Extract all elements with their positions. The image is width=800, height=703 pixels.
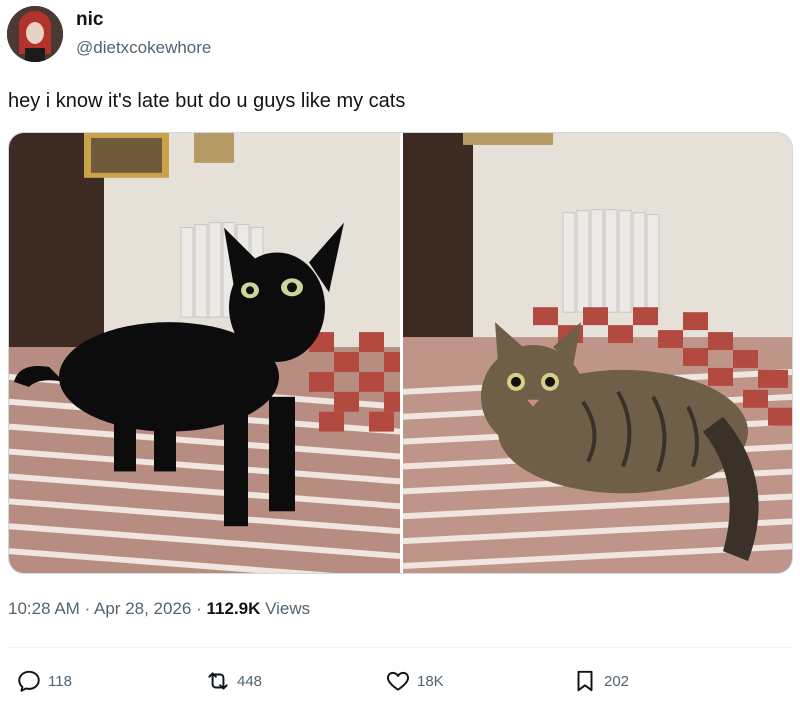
bookmark-count: 202 <box>604 672 630 690</box>
reply-count: 118 <box>48 672 72 690</box>
repost-count: 448 <box>237 672 263 690</box>
black-cat-photo[interactable] <box>9 133 400 573</box>
avatar-image <box>7 6 63 62</box>
like-button[interactable]: 18K <box>385 664 444 698</box>
views-label: Views <box>265 599 311 618</box>
bookmark-icon <box>577 670 593 692</box>
divider <box>8 647 793 648</box>
tabby-cat-photo[interactable] <box>403 133 793 573</box>
tweet-text: hey i know it's late but do u guys like … <box>8 90 406 112</box>
tweet-time[interactable]: 10:28 AM <box>8 599 80 618</box>
bookmark-button[interactable]: 202 <box>572 664 629 698</box>
action-bar: 118 448 18K 202 <box>0 664 800 698</box>
meta-separator: · <box>84 599 95 618</box>
tweet-meta: 10:28 AM · Apr 28, 2026 · 112.9K Views <box>8 599 310 619</box>
like-count: 18K <box>417 672 444 690</box>
avatar[interactable] <box>7 6 63 62</box>
heart-icon <box>387 671 409 691</box>
user-handle[interactable]: @dietxcokewhore <box>76 38 211 58</box>
reply-button[interactable]: 118 <box>16 664 72 698</box>
meta-separator: · <box>196 599 207 618</box>
repost-icon <box>208 672 228 690</box>
tweet-media[interactable] <box>8 132 793 574</box>
views-count: 112.9K <box>206 599 261 618</box>
repost-button[interactable]: 448 <box>205 664 262 698</box>
display-name[interactable]: nic <box>76 9 103 31</box>
tweet-date[interactable]: Apr 28, 2026 <box>94 599 191 618</box>
reply-icon <box>18 670 40 692</box>
